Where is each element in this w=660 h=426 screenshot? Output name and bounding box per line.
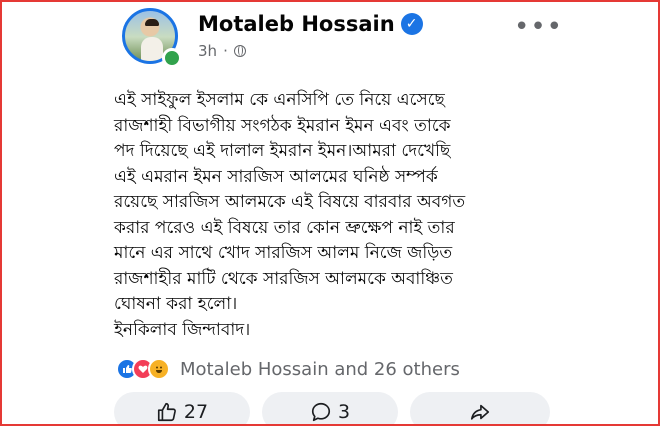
- post-body-text: এই সাইফুল ইসলাম কে এনসিপি তে নিয়ে এসেছে…: [114, 90, 466, 340]
- screenshot-frame: Motaleb Hossain ✓ 3h · ••• এই সাইফুল ইসল…: [0, 0, 660, 426]
- share-button[interactable]: [410, 392, 550, 424]
- share-arrow-icon: [470, 404, 490, 420]
- reaction-icons: [116, 358, 170, 380]
- more-options-button[interactable]: •••: [514, 14, 563, 40]
- post-header: Motaleb Hossain ✓ 3h · •••: [2, 2, 658, 72]
- comment-count: 3: [337, 401, 351, 423]
- globe-icon: [233, 45, 246, 57]
- thumbs-up-icon: [157, 402, 176, 422]
- online-status-dot: [162, 48, 182, 68]
- author-name-row: Motaleb Hossain ✓: [198, 12, 423, 36]
- reactions-text: Motaleb Hossain and 26 others: [180, 358, 460, 380]
- reactions-summary[interactable]: Motaleb Hossain and 26 others: [116, 358, 460, 380]
- verified-badge-icon: ✓: [400, 13, 423, 35]
- like-button[interactable]: 27: [114, 392, 250, 424]
- author-avatar[interactable]: [122, 8, 182, 68]
- like-count: 27: [183, 401, 209, 423]
- comment-button[interactable]: 3: [262, 392, 398, 424]
- post-meta: 3h ·: [198, 42, 246, 60]
- author-name[interactable]: Motaleb Hossain: [198, 12, 395, 36]
- meta-separator: ·: [223, 42, 228, 60]
- haha-reaction-icon: [148, 358, 170, 380]
- post-actions-bar: 27 3: [114, 392, 554, 424]
- post-time[interactable]: 3h: [198, 42, 217, 60]
- comment-icon: [311, 402, 331, 422]
